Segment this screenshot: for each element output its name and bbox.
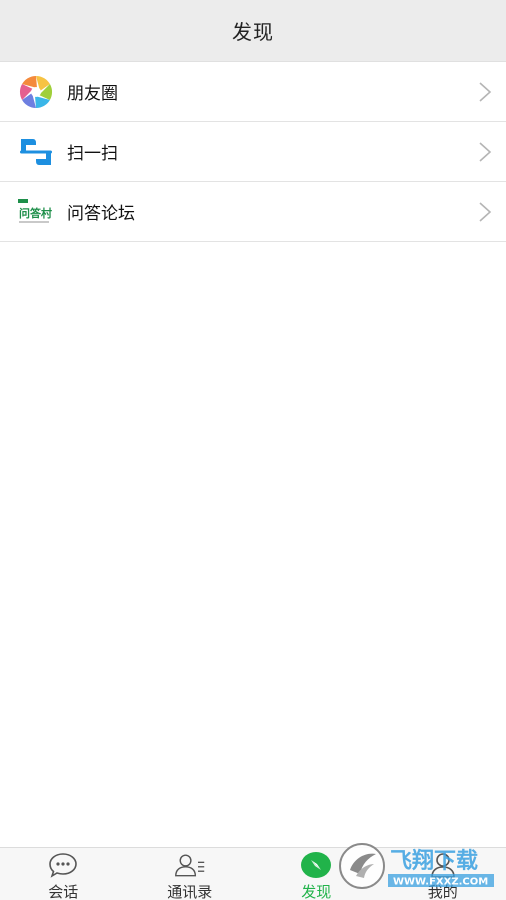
tab-label: 我的 <box>427 883 458 900</box>
tab-discover[interactable]: 发现 <box>253 848 380 900</box>
menu-item-label: 问答论坛 <box>67 204 135 224</box>
tab-conversations[interactable]: 会话 <box>0 848 127 900</box>
chevron-right-icon <box>479 141 492 162</box>
chat-bubble-icon <box>47 851 79 879</box>
profile-icon <box>427 851 459 879</box>
menu-item-label: 扫一扫 <box>67 144 118 164</box>
menu-item-moments[interactable]: 朋友圈 <box>0 62 506 122</box>
qa-forum-logo-text: 问答村 <box>19 206 52 220</box>
qa-forum-logo-icon: 问答村 <box>18 194 54 230</box>
page-title: 发现 <box>232 20 274 44</box>
compass-icon <box>300 851 332 879</box>
chevron-right-icon <box>479 81 492 102</box>
menu-item-label: 朋友圈 <box>67 84 118 104</box>
tab-contacts[interactable]: 通讯录 <box>127 848 254 900</box>
scan-icon <box>18 134 54 170</box>
chevron-right-icon <box>479 201 492 222</box>
contacts-icon <box>174 851 206 879</box>
discover-menu: 朋友圈 扫一扫 问答村 问答论坛 <box>0 62 506 242</box>
tab-mine[interactable]: 我的 <box>380 848 506 900</box>
content-area <box>0 243 506 847</box>
bottom-tab-bar: 会话 通讯录 发现 我的 <box>0 847 506 900</box>
menu-item-qa-forum[interactable]: 问答村 问答论坛 <box>0 182 506 242</box>
menu-item-scan[interactable]: 扫一扫 <box>0 122 506 182</box>
tab-label: 发现 <box>301 883 332 900</box>
tab-label: 会话 <box>48 883 79 900</box>
tab-label: 通讯录 <box>167 883 213 900</box>
aperture-icon <box>18 74 54 110</box>
top-nav-bar: 发现 <box>0 0 506 62</box>
